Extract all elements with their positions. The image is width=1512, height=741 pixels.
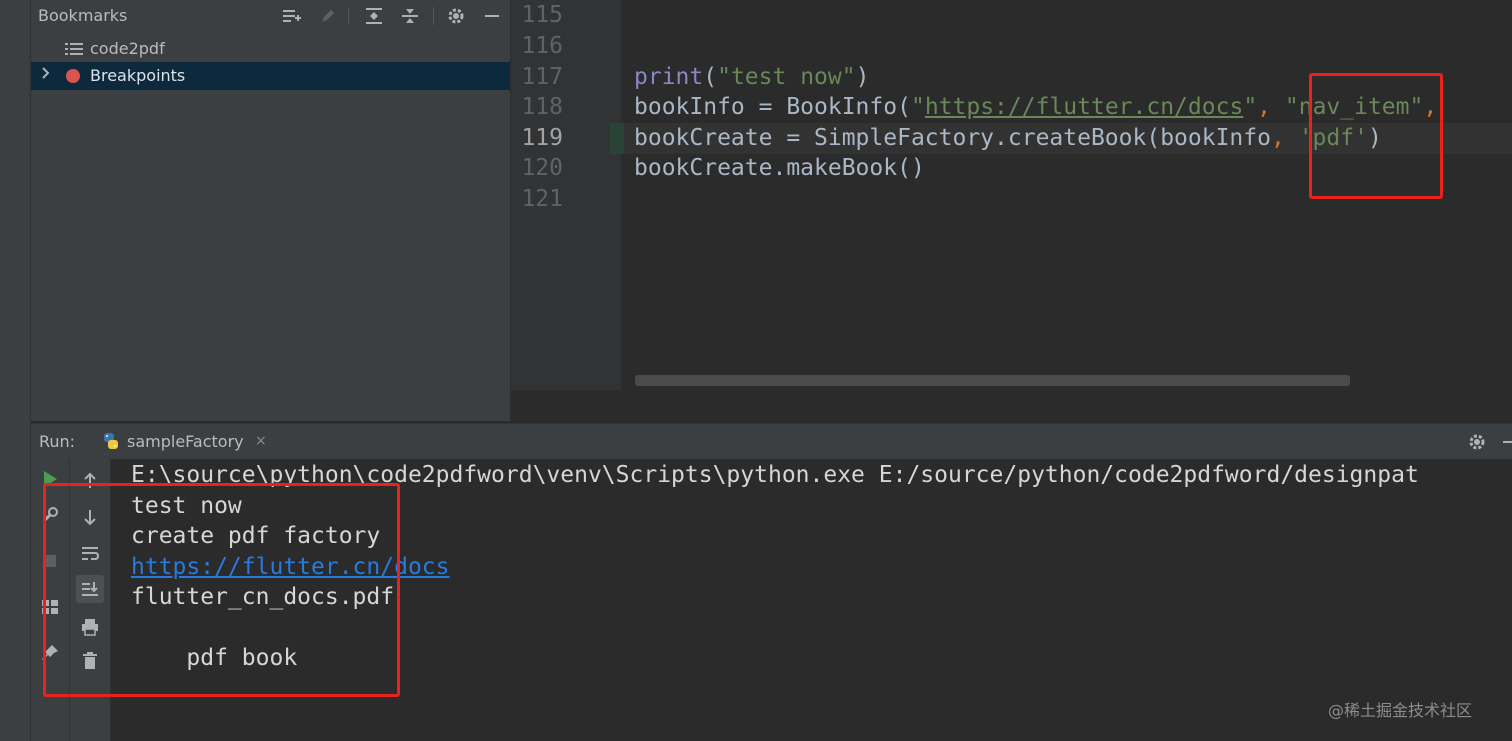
caret-marker — [610, 123, 624, 154]
toolbar-divider — [433, 7, 434, 25]
line-number-gutter: 115 116 117 118 119 120 121 — [511, 0, 621, 390]
list-icon — [65, 41, 83, 61]
close-icon[interactable]: × — [255, 433, 267, 449]
bookmarks-panel: Bookmarks code2pdf Breakpoints — [31, 0, 510, 421]
code-token: , — [1270, 125, 1299, 151]
line-number-current: 119 — [521, 125, 563, 151]
horizontal-scrollbar[interactable] — [635, 375, 1350, 386]
bookmark-item-label: Breakpoints — [90, 66, 186, 85]
collapse-all-icon[interactable] — [399, 5, 421, 27]
bookmark-item-code2pdf[interactable]: code2pdf — [31, 36, 510, 62]
code-token: "test now" — [717, 64, 856, 90]
code-token: print — [634, 64, 704, 90]
chevron-right-icon[interactable] — [41, 66, 51, 84]
expand-all-icon[interactable] — [363, 5, 385, 27]
code-editor[interactable]: 115 116 117 118 119 120 121 print("test … — [511, 0, 1512, 421]
code-line-117[interactable]: print("test now") — [634, 64, 869, 90]
line-number: 117 — [521, 64, 563, 90]
toolbar-divider — [348, 7, 349, 25]
edit-icon[interactable] — [317, 5, 339, 27]
minimize-icon[interactable] — [481, 5, 503, 27]
watermark: @稀土掘金技术社区 — [1328, 701, 1473, 720]
code-token: bookCreate.makeBook() — [634, 155, 925, 181]
run-label: Run: — [39, 432, 76, 451]
minimize-icon[interactable] — [1497, 431, 1512, 453]
line-number: 121 — [521, 186, 563, 212]
code-line-119[interactable]: bookCreate = SimpleFactory.createBook(bo… — [634, 125, 1382, 151]
python-icon — [102, 432, 120, 454]
line-number: 116 — [521, 33, 563, 59]
bookmark-item-breakpoints[interactable]: Breakpoints — [31, 62, 510, 90]
code-token: ) — [855, 64, 870, 90]
code-token: bookCreate = SimpleFactory.createBook(bo… — [634, 125, 1271, 151]
gear-icon[interactable] — [445, 5, 467, 27]
line-number: 118 — [521, 94, 563, 120]
highlight-box-editor — [1309, 73, 1443, 199]
gear-icon[interactable] — [1466, 431, 1488, 453]
tab-sampleFactory[interactable]: sampleFactory × — [99, 424, 277, 463]
breakpoint-icon — [66, 69, 80, 83]
left-tool-strip — [0, 0, 31, 741]
code-token: ( — [703, 64, 718, 90]
code-token: bookInfo = BookInfo( — [634, 94, 911, 120]
run-tool-header: Run: sampleFactory × — [31, 423, 1512, 463]
highlight-box-console — [43, 483, 400, 697]
code-token: " — [1243, 94, 1258, 120]
line-number: 120 — [521, 155, 563, 181]
add-bookmark-icon[interactable] — [281, 5, 303, 27]
bookmarks-title: Bookmarks — [38, 6, 128, 25]
code-url-token[interactable]: https://flutter.cn/docs — [925, 94, 1244, 120]
code-token: , — [1257, 94, 1285, 120]
code-token: " — [910, 94, 925, 120]
tab-label: sampleFactory — [127, 432, 244, 451]
code-line-120[interactable]: bookCreate.makeBook() — [634, 155, 925, 181]
line-number: 115 — [521, 2, 563, 28]
bookmark-item-label: code2pdf — [90, 39, 165, 58]
bookmarks-header: Bookmarks — [31, 0, 510, 32]
